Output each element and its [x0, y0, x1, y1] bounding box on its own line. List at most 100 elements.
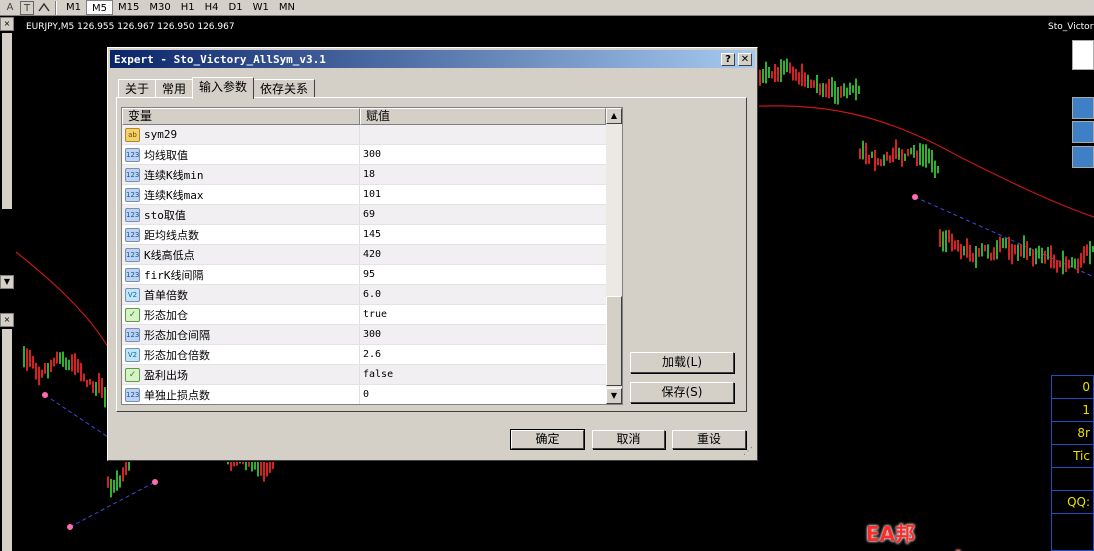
table-row[interactable]: 123 firK线间隔 95: [122, 265, 606, 285]
panel-scrollbar-2[interactable]: [2, 329, 12, 551]
panel-scroll-down-icon[interactable]: ▼: [0, 275, 14, 289]
value-cell[interactable]: 95: [360, 265, 606, 284]
table-row[interactable]: 123 连续K线max 101: [122, 185, 606, 205]
variable-cell: ✓ 形态加仓: [122, 305, 360, 324]
table-row[interactable]: ✓ 盈利出场 false: [122, 365, 606, 385]
timeframe-button-mn[interactable]: MN: [274, 0, 300, 15]
variable-cell: 123 均线取值: [122, 145, 360, 164]
inputs-grid: 变量 赋值 ab sym29 123 均线取值 300 123 连续K线min 18 123 连续…: [121, 107, 623, 405]
timeframe-button-m1[interactable]: M1: [61, 0, 86, 15]
table-row[interactable]: 123 均线取值 300: [122, 145, 606, 165]
table-row[interactable]: ✓ 形态加仓 true: [122, 305, 606, 325]
load-button[interactable]: 加载(L): [630, 352, 734, 373]
tab-common[interactable]: 常用: [155, 79, 194, 98]
variable-cell: 123 连续K线max: [122, 185, 360, 204]
panel-close-icon-2[interactable]: ×: [0, 313, 14, 327]
chart-symbol-label: EURJPY,M5 126.955 126.967 126.950 126.96…: [26, 22, 235, 32]
timeframe-group: M1 M5 M15 M30 H1 H4 D1 W1 MN: [61, 0, 300, 15]
timeframe-button-m5[interactable]: M5: [86, 0, 113, 15]
panel-scrollbar[interactable]: [2, 33, 12, 209]
table-row[interactable]: 123 K线高低点 420: [122, 245, 606, 265]
variable-name: 盈利出场: [144, 368, 188, 382]
arrow-tool-icon[interactable]: [37, 1, 51, 15]
table-row[interactable]: ab sym29: [122, 125, 606, 145]
expert-properties-dialog: Expert - Sto_Victory_AllSym_v3.1 ? ✕ 关于 …: [107, 47, 758, 461]
integer-param-icon: 123: [125, 327, 140, 342]
table-row[interactable]: 123 距均线点数 145: [122, 225, 606, 245]
variable-name: sto取值: [144, 208, 186, 222]
value-cell[interactable]: 145: [360, 225, 606, 244]
panel-close-icon[interactable]: ×: [0, 17, 14, 31]
value-cell[interactable]: [360, 125, 606, 144]
timeframe-button-h4[interactable]: H4: [200, 0, 224, 15]
double-param-icon: V2: [125, 347, 140, 362]
toolbar-separator: [55, 0, 57, 15]
grid-rows: ab sym29 123 均线取值 300 123 连续K线min 18 123 连续K线max 1…: [122, 125, 606, 404]
value-cell[interactable]: 300: [360, 145, 606, 164]
value-cell[interactable]: 300: [360, 325, 606, 344]
label-tool-icon[interactable]: T: [20, 0, 34, 15]
tab-dependencies[interactable]: 依存关系: [253, 79, 316, 98]
side-widget-button-3[interactable]: [1072, 146, 1094, 168]
dialog-title: Expert - Sto_Victory_AllSym_v3.1: [114, 52, 326, 66]
info-cell: 8r: [1052, 422, 1093, 445]
watermark: EA邦 www.eabang.com: [866, 522, 1065, 551]
variable-cell: 123 sto取值: [122, 205, 360, 224]
value-cell[interactable]: 101: [360, 185, 606, 204]
timeframe-button-w1[interactable]: W1: [248, 0, 274, 15]
value-cell[interactable]: 18: [360, 165, 606, 184]
timeframe-button-h1[interactable]: H1: [176, 0, 200, 15]
tab-about[interactable]: 关于: [118, 79, 157, 98]
dialog-titlebar[interactable]: Expert - Sto_Victory_AllSym_v3.1 ? ✕: [110, 50, 755, 68]
timeframe-button-m30[interactable]: M30: [144, 0, 175, 15]
variable-name: 连续K线max: [144, 188, 204, 202]
table-row[interactable]: 123 单独止损点数 0: [122, 385, 606, 404]
reset-button[interactable]: 重设: [672, 430, 746, 449]
close-button[interactable]: ✕: [738, 52, 752, 66]
ok-button[interactable]: 确定: [510, 429, 585, 450]
variable-name: firK线间隔: [144, 268, 204, 282]
scroll-down-icon[interactable]: ▼: [606, 388, 622, 404]
tab-inputs[interactable]: 输入参数: [192, 77, 255, 99]
variable-cell: 123 形态加仓间隔: [122, 325, 360, 344]
table-row[interactable]: V2 首单倍数 6.0: [122, 285, 606, 305]
scroll-thumb[interactable]: [606, 296, 622, 386]
save-button[interactable]: 保存(S): [630, 382, 734, 403]
integer-param-icon: 123: [125, 147, 140, 162]
resize-grip-icon[interactable]: ⋰: [743, 446, 755, 458]
value-cell[interactable]: 0: [360, 385, 606, 404]
dialog-tabs: 关于 常用 输入参数 依存关系: [118, 77, 316, 99]
side-widget-box[interactable]: [1072, 40, 1094, 70]
variable-name: 连续K线min: [144, 168, 204, 182]
integer-param-icon: 123: [125, 247, 140, 262]
chart-expert-label: Sto_Victory: [1048, 22, 1094, 32]
value-cell[interactable]: 2.6: [360, 345, 606, 364]
variable-name: 形态加仓间隔: [144, 328, 210, 342]
table-row[interactable]: V2 形态加仓倍数 2.6: [122, 345, 606, 365]
info-cell: QQ:: [1052, 491, 1093, 514]
side-widget-button-2[interactable]: [1072, 121, 1094, 143]
table-row[interactable]: 123 sto取值 69: [122, 205, 606, 225]
value-cell[interactable]: 69: [360, 205, 606, 224]
scroll-up-icon[interactable]: ▲: [606, 108, 622, 124]
variable-name: 形态加仓倍数: [144, 348, 210, 362]
table-row[interactable]: 123 形态加仓间隔 300: [122, 325, 606, 345]
help-button[interactable]: ?: [721, 52, 735, 66]
grid-scrollbar[interactable]: ▲ ▼: [606, 108, 622, 404]
value-cell[interactable]: 420: [360, 245, 606, 264]
side-widget-button-1[interactable]: [1072, 97, 1094, 119]
timeframe-button-d1[interactable]: D1: [224, 0, 248, 15]
column-header-variable[interactable]: 变量: [122, 108, 360, 125]
variable-cell: 123 单独止损点数: [122, 385, 360, 404]
value-cell[interactable]: true: [360, 305, 606, 324]
value-cell[interactable]: 6.0: [360, 285, 606, 304]
info-cell: 0: [1052, 376, 1093, 399]
value-cell[interactable]: false: [360, 365, 606, 384]
variable-cell: 123 连续K线min: [122, 165, 360, 184]
text-tool-icon[interactable]: A: [3, 1, 17, 15]
column-header-value[interactable]: 赋值: [360, 108, 606, 125]
table-row[interactable]: 123 连续K线min 18: [122, 165, 606, 185]
cancel-button[interactable]: 取消: [592, 430, 665, 449]
timeframe-button-m15[interactable]: M15: [113, 0, 144, 15]
chart-toolbar: A T M1 M5 M15 M30 H1 H4 D1 W1 MN: [0, 0, 1094, 16]
